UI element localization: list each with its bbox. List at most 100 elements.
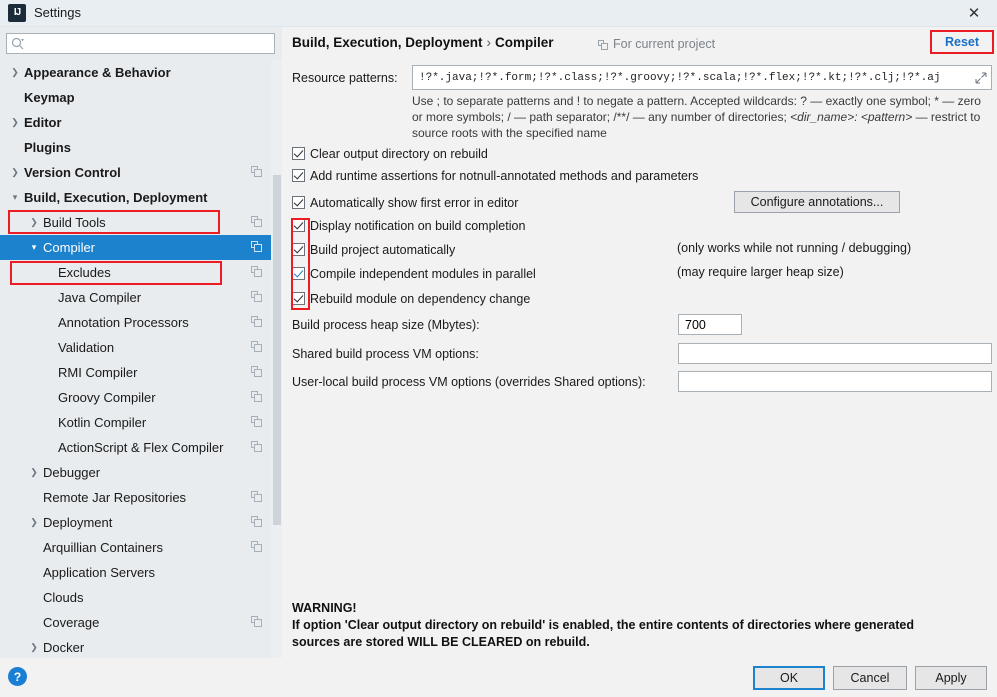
- sidebar-item-kotlin-compiler[interactable]: Kotlin Compiler: [0, 410, 282, 435]
- sidebar-item-label: Java Compiler: [58, 290, 142, 305]
- sidebar-item-label: RMI Compiler: [58, 365, 138, 380]
- hint-line-2b: <dir_name>: <pattern>: [790, 110, 913, 124]
- resource-patterns-hint: Use ; to separate patterns and ! to nega…: [412, 93, 992, 141]
- sidebar-item-label: Annotation Processors: [58, 315, 189, 330]
- expand-icon[interactable]: [975, 72, 987, 84]
- configure-annotations-button[interactable]: Configure annotations...: [734, 191, 900, 213]
- project-scope-icon: [251, 316, 263, 328]
- chevron-right-icon[interactable]: ❯: [27, 460, 41, 485]
- sidebar-item-plugins[interactable]: Plugins: [0, 135, 282, 160]
- configure-annotations-label: Configure annotations...: [750, 195, 884, 209]
- sidebar-item-compiler[interactable]: ▾ Compiler: [0, 235, 282, 260]
- project-scope-icon: [251, 266, 263, 278]
- warning-line-1: If option 'Clear output directory on reb…: [292, 618, 915, 632]
- resource-patterns-input[interactable]: [417, 69, 965, 87]
- sidebar-scrollbar[interactable]: [271, 60, 282, 658]
- project-scope-icon: [251, 491, 263, 503]
- note-build-project-automatically: (only works while not running / debuggin…: [677, 241, 912, 255]
- sidebar-item-docker[interactable]: ❯ Docker: [0, 635, 282, 658]
- sidebar-item-label: Excludes: [58, 265, 111, 280]
- sidebar-item-arquillian-containers[interactable]: Arquillian Containers: [0, 535, 282, 560]
- sidebar-item-label: Compiler: [43, 240, 96, 255]
- checkbox-auto-show-first-error-box[interactable]: [292, 196, 305, 209]
- chevron-right-icon[interactable]: ❯: [8, 60, 22, 85]
- heap-size-input[interactable]: [683, 316, 735, 333]
- checkbox-clear-output-directory-box[interactable]: [292, 147, 305, 160]
- close-icon[interactable]: ✕: [951, 0, 997, 27]
- window-title: Settings: [34, 5, 81, 20]
- sidebar-item-label: Deployment: [43, 515, 113, 530]
- note-compile-modules-parallel: (may require larger heap size): [677, 265, 844, 279]
- intellij-logo-icon: IJ: [8, 4, 26, 22]
- sidebar-item-coverage[interactable]: Coverage: [0, 610, 282, 635]
- sidebar-item-label: Remote Jar Repositories: [43, 490, 187, 505]
- help-icon[interactable]: ?: [8, 667, 27, 686]
- hint-line-2c: — restrict: [912, 110, 967, 124]
- ok-button-label: OK: [779, 671, 799, 685]
- sidebar-item-version-control[interactable]: ❯ Version Control: [0, 160, 282, 185]
- sidebar-item-remote-jar-repositories[interactable]: Remote Jar Repositories: [0, 485, 282, 510]
- sidebar-item-label: Appearance & Behavior: [24, 65, 171, 80]
- sidebar-item-excludes[interactable]: Excludes: [0, 260, 282, 285]
- project-scope-icon: [251, 341, 263, 353]
- chevron-down-icon[interactable]: ▾: [27, 235, 41, 260]
- chevron-down-icon[interactable]: ▾: [8, 185, 22, 210]
- sidebar-item-label: Coverage: [43, 615, 100, 630]
- checkbox-add-runtime-assertions-box[interactable]: [292, 169, 305, 182]
- project-scope-icon: [251, 416, 263, 428]
- sidebar-item-validation[interactable]: Validation: [0, 335, 282, 360]
- project-scope-icon: [251, 366, 263, 378]
- checkbox-clear-output-directory-label: Clear output directory on rebuild: [310, 147, 488, 161]
- cancel-button[interactable]: Cancel: [833, 666, 907, 690]
- sidebar-item-label: Docker: [43, 640, 85, 655]
- userlocal-vm-options-field[interactable]: [678, 371, 992, 392]
- sidebar-item-keymap[interactable]: Keymap: [0, 85, 282, 110]
- chevron-right-icon[interactable]: ❯: [27, 210, 41, 235]
- sidebar-item-rmi-compiler[interactable]: RMI Compiler: [0, 360, 282, 385]
- heap-size-field[interactable]: [678, 314, 742, 335]
- project-scope-icon: [251, 616, 263, 628]
- sidebar-item-label: Arquillian Containers: [43, 540, 163, 555]
- sidebar-item-build-execution-deployment[interactable]: ▾ Build, Execution, Deployment: [0, 185, 282, 210]
- project-scope-icon: [251, 291, 263, 303]
- chevron-right-icon[interactable]: ❯: [27, 635, 41, 658]
- sidebar-scrollbar-thumb[interactable]: [273, 175, 281, 525]
- sidebar-item-java-compiler[interactable]: Java Compiler: [0, 285, 282, 310]
- shared-vm-options-field[interactable]: [678, 343, 992, 364]
- checkbox-rebuild-module-dependency-box[interactable]: [292, 292, 305, 305]
- sidebar-item-debugger[interactable]: ❯ Debugger: [0, 460, 282, 485]
- apply-button[interactable]: Apply: [915, 666, 987, 690]
- sidebar-item-build-tools[interactable]: ❯ Build Tools: [0, 210, 282, 235]
- checkbox-display-notification-box[interactable]: [292, 219, 305, 232]
- userlocal-vm-options-input[interactable]: [683, 373, 985, 390]
- sidebar-item-groovy-compiler[interactable]: Groovy Compiler: [0, 385, 282, 410]
- settings-sidebar: ❯ Appearance & Behavior Keymap ❯ Editor Plugi…: [0, 27, 282, 658]
- sidebar-item-editor[interactable]: ❯ Editor: [0, 110, 282, 135]
- checkbox-build-project-automatically-box[interactable]: [292, 243, 305, 256]
- warning-title: WARNING!: [292, 601, 357, 615]
- sidebar-item-annotation-processors[interactable]: Annotation Processors: [0, 310, 282, 335]
- sidebar-item-label: Keymap: [24, 90, 75, 105]
- project-scope-icon: [251, 241, 263, 253]
- sidebar-item-application-servers[interactable]: Application Servers: [0, 560, 282, 585]
- ok-button[interactable]: OK: [753, 666, 825, 690]
- chevron-right-icon[interactable]: ❯: [8, 110, 22, 135]
- reset-link[interactable]: Reset: [945, 35, 979, 49]
- shared-vm-options-input[interactable]: [683, 345, 985, 362]
- breadcrumb-parent[interactable]: Build, Execution, Deployment: [292, 35, 483, 50]
- resource-patterns-field[interactable]: [412, 65, 992, 90]
- sidebar-item-clouds[interactable]: Clouds: [0, 585, 282, 610]
- chevron-right-icon[interactable]: ❯: [8, 160, 22, 185]
- sidebar-item-actionscript-flex-compiler[interactable]: ActionScript & Flex Compiler: [0, 435, 282, 460]
- sidebar-item-appearance-behavior[interactable]: ❯ Appearance & Behavior: [0, 60, 282, 85]
- search-box[interactable]: [6, 33, 275, 54]
- settings-tree[interactable]: ❯ Appearance & Behavior Keymap ❯ Editor Plugi…: [0, 60, 282, 658]
- checkbox-rebuild-module-dependency-label: Rebuild module on dependency change: [310, 292, 531, 306]
- project-scope-icon: [251, 516, 263, 528]
- search-input[interactable]: [29, 35, 269, 52]
- checkbox-compile-modules-parallel-box[interactable]: [292, 267, 305, 280]
- project-scope-icon: [251, 541, 263, 553]
- chevron-right-icon[interactable]: ❯: [27, 510, 41, 535]
- sidebar-item-deployment[interactable]: ❯ Deployment: [0, 510, 282, 535]
- settings-dialog: IJ Settings ✕ ❯ Appearance & Behavior Keym…: [0, 0, 997, 697]
